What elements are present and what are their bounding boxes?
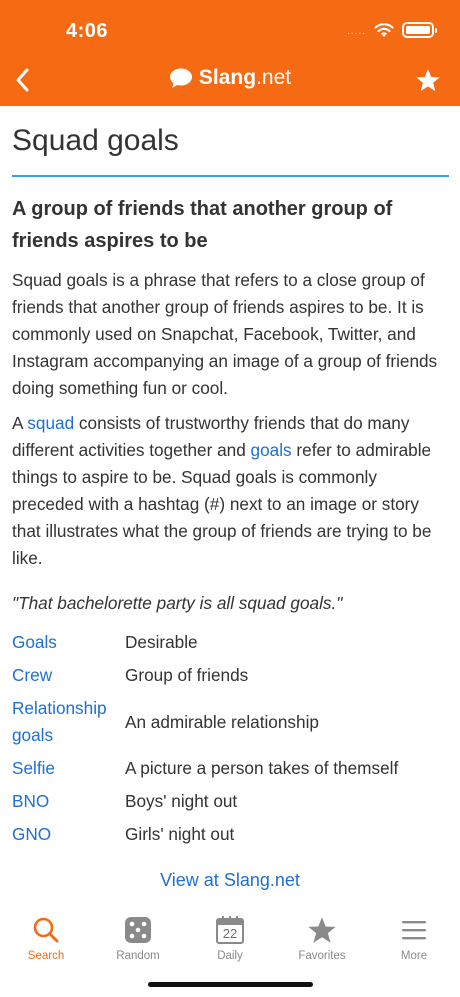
related-term-link[interactable]: GNO (12, 818, 125, 851)
related-term-link[interactable]: Crew (12, 659, 125, 692)
status-time: 4:06 (66, 20, 109, 42)
tab-random[interactable]: Random (92, 913, 184, 962)
favorite-button[interactable] (414, 64, 442, 96)
table-row: Relationship goals An admirable relation… (12, 692, 449, 752)
dice-icon (125, 917, 151, 943)
table-row: GNO Girls' night out (12, 818, 449, 851)
view-at-slang-link[interactable]: View at Slang.net (0, 870, 460, 891)
tab-label: Search (27, 950, 65, 962)
related-term-meaning: Desirable (125, 632, 198, 652)
star-icon (416, 68, 440, 91)
related-term-link[interactable]: Selfie (12, 752, 125, 785)
tab-label: Random (116, 950, 160, 962)
brand-name: Slang.net (198, 66, 292, 89)
related-term-meaning: Boys' night out (125, 791, 238, 811)
term-title: Squad goals (12, 124, 179, 157)
definition-heading: A group of friends that another group of… (12, 198, 393, 252)
home-indicator[interactable] (148, 982, 313, 987)
title-divider (12, 175, 449, 177)
star-icon (308, 916, 336, 943)
app-header: 4:06 ..... Slang.net (0, 0, 460, 106)
related-term-link[interactable]: BNO (12, 785, 125, 818)
table-row: Crew Group of friends (12, 659, 449, 692)
speech-bubble-icon (169, 68, 192, 88)
wifi-icon (374, 23, 394, 37)
related-term-meaning: An admirable relationship (125, 711, 319, 732)
tab-daily[interactable]: 22 Daily (184, 913, 276, 962)
signal-icon: ..... (347, 25, 366, 37)
related-terms-table: Goals Desirable Crew Group of friends Re… (12, 626, 449, 851)
tab-label: Daily (217, 950, 243, 962)
definition-paragraph: A squad consists of trustworthy friends … (12, 413, 432, 568)
brand-logo: Slang.net (0, 66, 460, 90)
tab-label: Favorites (298, 950, 346, 962)
related-term-meaning: A picture a person takes of themself (125, 758, 399, 778)
menu-icon (402, 921, 426, 940)
related-term-meaning: Girls' night out (125, 824, 235, 844)
tab-label: More (400, 950, 428, 962)
search-icon (33, 917, 59, 943)
calendar-date: 22 (222, 926, 238, 941)
tab-favorites[interactable]: Favorites (276, 913, 368, 962)
goals-link[interactable]: goals (251, 440, 292, 460)
table-row: BNO Boys' night out (12, 785, 449, 818)
squad-link[interactable]: squad (27, 413, 74, 433)
related-term-link[interactable]: Relationship goals (12, 692, 125, 752)
related-term-meaning: Group of friends (125, 665, 249, 685)
battery-icon (402, 22, 437, 38)
status-icons: ..... (347, 22, 437, 38)
example-sentence: "That bachelorette party is all squad go… (12, 593, 343, 613)
table-row: Goals Desirable (12, 626, 449, 659)
tab-search[interactable]: Search (0, 913, 92, 962)
tab-more[interactable]: More (368, 913, 460, 962)
definition-paragraph: Squad goals is a phrase that refers to a… (12, 270, 438, 398)
definition-content: Squad goals A group of friends that anot… (12, 106, 449, 851)
related-term-link[interactable]: Goals (12, 626, 125, 659)
table-row: Selfie A picture a person takes of thems… (12, 752, 449, 785)
